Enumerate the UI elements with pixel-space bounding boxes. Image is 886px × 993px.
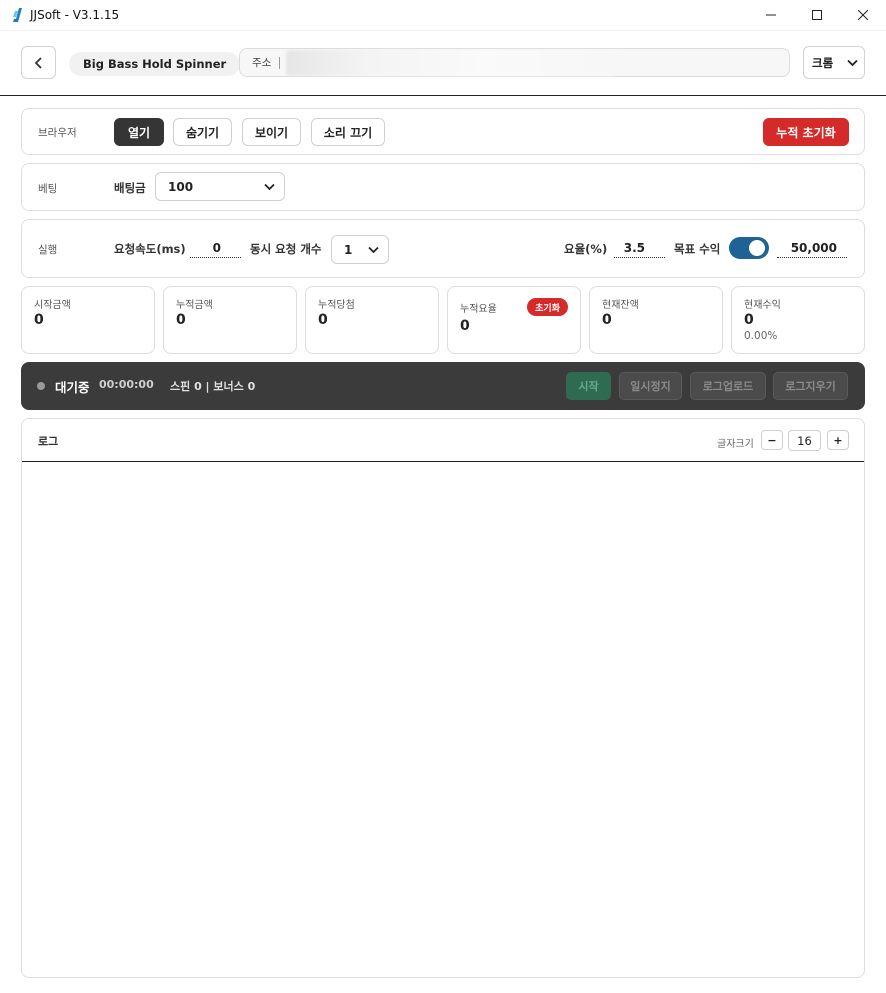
stat-card-total-rate: 누적요율 초기화 0 (447, 286, 581, 354)
start-button[interactable]: 시작 (566, 372, 611, 400)
chevron-down-icon (847, 59, 858, 66)
bet-amount-select[interactable]: 100 (155, 172, 285, 201)
back-button[interactable] (21, 46, 56, 79)
address-label: 주소 (252, 57, 272, 69)
stat-value: 0 (460, 318, 470, 334)
rate-label: 요율(%) (564, 242, 608, 256)
close-button[interactable] (840, 0, 886, 31)
run-row-label: 실행 (38, 244, 58, 256)
browser-select[interactable]: 크롬 (803, 46, 865, 79)
stat-value: 0 (34, 312, 44, 328)
close-icon (858, 10, 868, 20)
stat-value: 0 (744, 312, 754, 328)
stat-card-total-wins: 누적당첨 0 (305, 286, 439, 354)
concurrent-requests-label: 동시 요청 개수 (250, 242, 322, 256)
address-bar[interactable]: 주소 (239, 48, 790, 77)
stat-value: 0 (176, 312, 186, 328)
status-bar: 대기중 00:00:00 스핀 0 | 보너스 0 시작 일시정지 로그업로드 … (21, 362, 865, 410)
app-logo-icon (13, 8, 22, 22)
reset-rate-badge-button[interactable]: 초기화 (527, 298, 568, 316)
browser-row-label: 브라우저 (38, 127, 77, 139)
betting-row-label: 베팅 (38, 183, 58, 195)
status-state: 대기중 (55, 380, 90, 395)
log-panel: 로그 글자크기 − 16 + (21, 418, 865, 978)
reset-total-button[interactable]: 누적 초기화 (763, 118, 849, 146)
stat-label: 현재수익 (744, 300, 781, 311)
maximize-icon (812, 10, 822, 20)
stat-label: 누적금액 (176, 300, 213, 311)
top-bar: Big Bass Hold Spinner 주소 크롬 (0, 31, 886, 96)
request-speed-label: 요청속도(ms) (114, 242, 186, 256)
stat-card-start-amount: 시작금액 0 (21, 286, 155, 354)
betting-panel: 베팅 배팅금 100 (21, 163, 865, 211)
request-speed-input[interactable]: 0 (190, 238, 241, 258)
clear-log-button[interactable]: 로그지우기 (773, 372, 848, 400)
stat-value: 0 (318, 312, 328, 328)
bet-amount-label: 배팅금 (114, 181, 146, 195)
stat-card-current-profit: 현재수익 0 0.00% (731, 286, 865, 354)
chevron-down-icon (368, 246, 379, 253)
stat-sub-value: 0.00% (744, 330, 778, 342)
browser-select-value: 크롬 (812, 55, 834, 70)
stat-value: 0 (602, 312, 612, 328)
address-separator (279, 56, 281, 69)
window-title: JJSoft - V3.1.15 (30, 8, 120, 22)
stat-label: 누적요율 (460, 304, 497, 315)
browser-panel: 브라우저 열기 숨기기 보이기 소리 끄기 누적 초기화 (21, 108, 865, 155)
window-titlebar: JJSoft - V3.1.15 (0, 0, 886, 31)
rate-input[interactable]: 3.5 (614, 238, 665, 258)
toggle-knob (749, 240, 765, 256)
font-size-label: 글자크기 (717, 439, 754, 450)
pause-button[interactable]: 일시정지 (619, 372, 682, 400)
target-profit-input[interactable]: 50,000 (777, 238, 847, 258)
chevron-down-icon (264, 183, 275, 190)
show-browser-button[interactable]: 보이기 (242, 118, 301, 146)
log-header: 로그 글자크기 − 16 + (22, 419, 864, 462)
spin-bonus-count: 스핀 0 | 보너스 0 (170, 380, 256, 393)
concurrent-requests-select[interactable]: 1 (331, 235, 389, 264)
mute-button[interactable]: 소리 끄기 (311, 118, 385, 146)
stat-card-total-amount: 누적금액 0 (163, 286, 297, 354)
hide-browser-button[interactable]: 숨기기 (173, 118, 232, 146)
log-title: 로그 (38, 435, 59, 448)
font-decrease-button[interactable]: − (761, 430, 783, 450)
chevron-left-icon (34, 56, 42, 69)
upload-log-button[interactable]: 로그업로드 (690, 372, 766, 400)
target-profit-toggle[interactable] (729, 237, 769, 259)
open-browser-button[interactable]: 열기 (114, 118, 164, 146)
concurrent-requests-value: 1 (344, 242, 353, 257)
stat-label: 시작금액 (34, 300, 71, 311)
maximize-button[interactable] (794, 0, 840, 31)
minimize-icon (766, 14, 776, 16)
stat-label: 현재잔액 (602, 300, 639, 311)
elapsed-time: 00:00:00 (99, 378, 154, 391)
font-size-input[interactable]: 16 (788, 430, 821, 451)
page-name-chip: Big Bass Hold Spinner (69, 52, 241, 76)
log-content-area[interactable] (22, 464, 864, 977)
status-indicator-dot (37, 382, 45, 390)
address-value-redacted (286, 49, 617, 76)
font-increase-button[interactable]: + (827, 430, 849, 450)
stat-label: 누적당첨 (318, 300, 355, 311)
run-panel: 실행 요청속도(ms) 0 동시 요청 개수 1 요율(%) 3.5 목표 수익… (21, 219, 865, 278)
minimize-button[interactable] (748, 0, 794, 31)
stat-card-current-balance: 현재잔액 0 (589, 286, 723, 354)
bet-amount-value: 100 (168, 179, 194, 194)
target-profit-label: 목표 수익 (674, 242, 721, 256)
